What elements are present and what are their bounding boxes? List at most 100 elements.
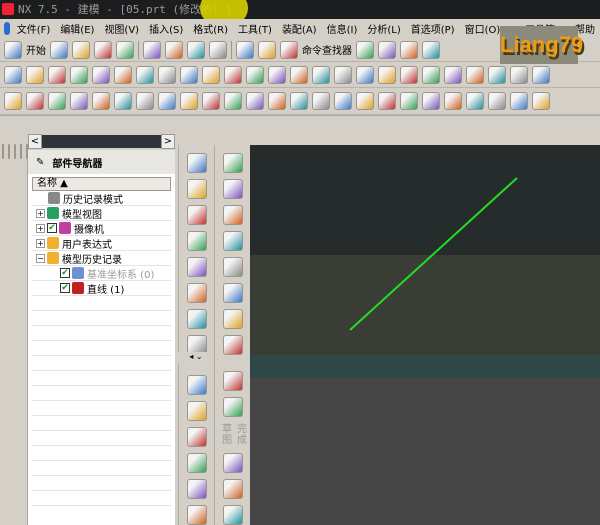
menu-item-9[interactable]: 首选项(P) xyxy=(406,21,460,36)
project-icon[interactable] xyxy=(202,92,220,110)
shell-icon[interactable] xyxy=(290,65,308,84)
command-finder-button[interactable]: 命令查找器 xyxy=(302,42,352,57)
revolve-icon[interactable] xyxy=(70,65,88,84)
tree-node[interactable]: + 用户表达式 xyxy=(32,236,171,251)
block-icon[interactable] xyxy=(158,65,176,84)
mirror-icon[interactable] xyxy=(400,65,418,84)
quick-trim-icon[interactable] xyxy=(222,205,243,225)
surface-icon[interactable] xyxy=(532,65,550,84)
sphere-icon[interactable] xyxy=(224,65,242,84)
new-icon[interactable] xyxy=(50,40,68,59)
divide-icon[interactable] xyxy=(356,92,374,110)
angle-icon[interactable] xyxy=(222,505,243,525)
visibility-checkbox[interactable]: ✔ xyxy=(60,268,70,278)
reuse-library-icon[interactable] xyxy=(14,144,16,159)
menu-item-7[interactable]: 信息(I) xyxy=(322,21,363,36)
finish-sketch-label[interactable]: 完成草图 xyxy=(218,423,248,447)
offset-curve-icon[interactable] xyxy=(158,92,176,110)
helix-icon[interactable] xyxy=(312,92,330,110)
app-icon[interactable] xyxy=(4,22,10,35)
expand-toggle-icon[interactable]: + xyxy=(36,208,45,218)
pattern-icon[interactable] xyxy=(378,65,396,84)
boss-icon[interactable] xyxy=(114,65,132,84)
tree-node[interactable]: ✔ 基准坐标系 (0) xyxy=(32,266,171,281)
sweep-icon[interactable] xyxy=(186,283,207,303)
join-icon[interactable] xyxy=(334,92,352,110)
rectangle-icon[interactable] xyxy=(70,92,88,110)
view-icon[interactable] xyxy=(488,92,506,110)
section-icon[interactable] xyxy=(246,92,264,110)
grid-icon[interactable] xyxy=(222,397,243,418)
menu-item-4[interactable]: 格式(R) xyxy=(188,21,233,36)
constraint-icon[interactable] xyxy=(222,335,243,355)
sew-surface-icon[interactable] xyxy=(186,427,207,447)
open-icon[interactable] xyxy=(72,40,90,59)
print-icon[interactable] xyxy=(116,40,134,59)
point-icon[interactable] xyxy=(422,92,440,110)
chamfer-icon[interactable] xyxy=(268,65,286,84)
face-blend-icon[interactable] xyxy=(186,479,207,499)
scroll-left-button[interactable]: < xyxy=(28,134,42,149)
pad-icon[interactable] xyxy=(136,65,154,84)
sew-icon[interactable] xyxy=(510,65,528,84)
trimmed-sheet-icon[interactable] xyxy=(186,401,207,421)
navigator-scrollbar[interactable]: < > xyxy=(28,133,175,150)
tree-node[interactable]: 历史记录模式 xyxy=(32,191,171,206)
expand-toggle-icon[interactable]: − xyxy=(36,253,45,263)
info-icon[interactable] xyxy=(20,144,22,159)
copy-icon[interactable] xyxy=(165,40,183,59)
wrap-icon[interactable] xyxy=(290,92,308,110)
offset-icon[interactable] xyxy=(222,309,243,329)
tree-node[interactable]: + 模型视图 xyxy=(32,206,171,221)
expand-toggle-icon[interactable]: + xyxy=(36,238,45,248)
layer-icon[interactable] xyxy=(378,40,396,59)
table-icon[interactable] xyxy=(422,40,440,59)
menu-item-8[interactable]: 分析(L) xyxy=(362,21,405,36)
sketch-curve-icon[interactable] xyxy=(222,153,243,173)
delete-icon[interactable] xyxy=(209,40,227,59)
cut-icon[interactable] xyxy=(143,40,161,59)
draft-icon[interactable] xyxy=(488,65,506,84)
arc-icon[interactable] xyxy=(26,92,44,110)
extract-icon[interactable] xyxy=(268,92,286,110)
sketch-finish-icon[interactable] xyxy=(222,371,243,392)
extend-icon[interactable] xyxy=(186,375,207,395)
intersect-curve-icon[interactable] xyxy=(224,92,242,110)
scroll-right-button[interactable]: > xyxy=(161,134,175,149)
cone-icon[interactable] xyxy=(202,65,220,84)
fillet-icon[interactable] xyxy=(222,257,243,277)
trim-icon[interactable] xyxy=(222,179,243,199)
render-icon[interactable] xyxy=(510,92,528,110)
menu-item-1[interactable]: 编辑(E) xyxy=(55,21,99,36)
quick-extend-icon[interactable] xyxy=(222,231,243,251)
start-button[interactable]: 开始 xyxy=(26,42,46,57)
start-icon[interactable] xyxy=(4,40,22,59)
tree-node[interactable]: + ✔ 摄像机 xyxy=(32,221,171,236)
circle-icon[interactable] xyxy=(48,92,66,110)
pin-icon[interactable]: ✎ xyxy=(36,157,44,168)
unite-icon[interactable] xyxy=(422,65,440,84)
edge-blend-icon[interactable] xyxy=(246,65,264,84)
sketch-icon[interactable] xyxy=(4,65,22,84)
ruled-icon[interactable] xyxy=(186,179,207,199)
trim-icon[interactable] xyxy=(312,65,330,84)
redo-icon[interactable] xyxy=(258,40,276,59)
through-curves-icon[interactable] xyxy=(186,205,207,225)
text-icon[interactable] xyxy=(114,92,132,110)
plane-icon[interactable] xyxy=(444,92,462,110)
plane-patch-icon[interactable] xyxy=(186,153,207,173)
visibility-checkbox[interactable]: ✔ xyxy=(47,223,57,233)
fillet-icon[interactable] xyxy=(400,92,418,110)
tree-node[interactable]: ✔ 直线 (1) xyxy=(32,281,171,296)
toolbar-options-button[interactable]: ◂ ⌄ xyxy=(178,352,214,364)
save-icon[interactable] xyxy=(94,40,112,59)
graphics-window[interactable] xyxy=(250,145,600,525)
offset-surface-icon[interactable] xyxy=(186,257,207,277)
paste-icon[interactable] xyxy=(187,40,205,59)
scroll-track[interactable] xyxy=(42,135,161,148)
offset-icon[interactable] xyxy=(334,65,352,84)
line-icon[interactable] xyxy=(4,92,22,110)
csys-icon[interactable] xyxy=(466,92,484,110)
cylinder-icon[interactable] xyxy=(180,65,198,84)
menu-item-0[interactable]: 文件(F) xyxy=(12,21,56,36)
